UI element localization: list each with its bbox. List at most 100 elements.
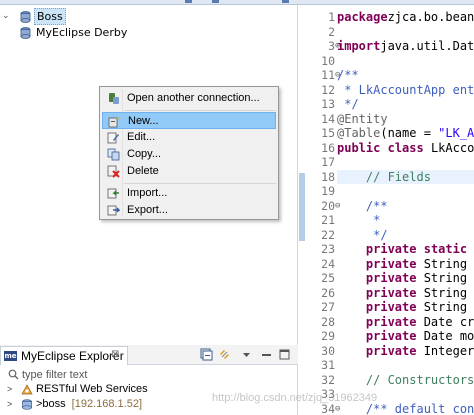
menu-item-copy[interactable]: Copy... [102, 146, 276, 163]
connection-name: >boss [36, 398, 66, 410]
code-line[interactable]: private String i [337, 257, 474, 272]
code-token: @Table [337, 126, 381, 140]
code-line[interactable]: @Table(name = "LK_AC [337, 126, 474, 141]
code-token: Date cre [423, 314, 474, 329]
line-number: 31 [321, 358, 335, 372]
menu-item-label: Open another connection... [127, 92, 260, 104]
line-number: 18 [321, 169, 335, 184]
database-icon [20, 27, 31, 39]
menu-item-label: Copy... [127, 148, 162, 160]
link-with-editor-icon[interactable] [218, 348, 231, 361]
menu-item-edit[interactable]: Edit... [102, 129, 276, 146]
code-line[interactable]: * [337, 213, 380, 228]
code-token: // Fields [365, 169, 431, 184]
code-line[interactable]: // Constructors [337, 373, 474, 388]
code-token: * [365, 213, 381, 227]
line-number: 24 [321, 256, 335, 271]
import-icon [107, 188, 119, 199]
code-line[interactable]: private static f [337, 242, 474, 257]
view-toolbar-icon[interactable] [282, 0, 289, 3]
maximize-icon[interactable] [278, 348, 291, 361]
code-token: * LkAccountApp enti [337, 82, 474, 97]
chevron-down-icon[interactable]: ⌄ [2, 8, 12, 25]
line-number: 17 [321, 155, 335, 169]
edit-icon [107, 132, 119, 144]
code-line[interactable]: private String r [337, 300, 474, 315]
line-number: 28 [321, 314, 335, 329]
code-token: private [365, 256, 417, 271]
code-line[interactable]: packagezjca.bo.beans [337, 10, 474, 25]
code-token: (name = [380, 126, 439, 140]
code-line[interactable]: @Entity [337, 112, 388, 127]
code-line[interactable]: /** [337, 199, 388, 214]
menu-item-open-another-connection[interactable]: Open another connection... [102, 90, 276, 107]
menu-item-delete[interactable]: Delete [102, 163, 276, 180]
line-number: 26 [321, 285, 335, 300]
web-services-icon [21, 384, 33, 395]
code-token: private [365, 300, 417, 314]
menu-item-new[interactable]: New... [102, 112, 276, 129]
code-line[interactable]: // Fields [337, 169, 474, 184]
filter-input[interactable] [22, 367, 222, 382]
line-number: 22 [321, 227, 335, 242]
menu-item-import[interactable]: Import... [102, 185, 276, 202]
code-line[interactable]: public class LkAccou [337, 141, 474, 156]
code-token: public [337, 140, 381, 155]
close-icon[interactable]: ⊠ [111, 349, 119, 360]
code-line[interactable]: private Date cre [337, 315, 474, 330]
code-line[interactable]: private Date mod [337, 329, 474, 344]
line-number-gutter: 1 2 3 ⊕ 10 11 ⊖ 12 13 14 15 16 17 18 19 20 ⊖ 21 22 23 24 25 26… [307, 5, 340, 415]
line-number: 30 [321, 343, 335, 358]
line-number: 3 [328, 39, 335, 53]
code-line[interactable]: * LkAccountApp enti [337, 83, 474, 98]
menu-item-export[interactable]: Export... [102, 202, 276, 219]
line-number: 29 [321, 329, 335, 343]
code-area[interactable]: packagezjca.bo.beans importjava.util.Dat /… [337, 5, 474, 415]
tree-item-label: Boss [34, 8, 66, 25]
collapse-all-icon[interactable] [200, 348, 213, 361]
view-toolbar-icon[interactable] [185, 0, 192, 3]
code-line[interactable]: importjava.util.Dat [337, 39, 474, 54]
filter-row [0, 367, 298, 382]
code-line[interactable]: /** [337, 68, 359, 83]
code-line[interactable]: private Integer [337, 344, 474, 359]
minimize-icon[interactable] [260, 348, 273, 361]
line-number: 19 [321, 184, 335, 198]
view-toolbar-icon[interactable] [212, 0, 219, 3]
code-token: import [337, 39, 381, 53]
code-line[interactable]: */ [337, 228, 387, 243]
code-token: private [365, 242, 417, 256]
view-menu-icon[interactable] [240, 348, 253, 361]
occurrence-marker [299, 173, 305, 241]
chevron-right-icon[interactable]: > [7, 382, 12, 397]
tab-myeclipse-explorer[interactable]: me MyEclipse Explorer ⊠ [0, 346, 128, 365]
tab-label: MyEclipse Explorer [21, 349, 124, 363]
code-token: private [365, 343, 417, 358]
chevron-right-icon[interactable]: > [7, 397, 12, 412]
explorer-item-label: >boss [192.168.1.52] [36, 397, 142, 412]
search-icon [8, 369, 19, 380]
line-number: 10 [321, 53, 335, 68]
code-token: /** default con [365, 401, 474, 415]
code-token: // Constructors [365, 372, 474, 387]
watermark-text: http://blog.csdn.net/zjq_31962349 [212, 392, 378, 404]
menu-item-label: Import... [127, 187, 168, 199]
connection-address: [192.168.1.52] [71, 398, 143, 410]
menu-item-label: Delete [127, 165, 159, 177]
myeclipse-logo-icon: me [4, 351, 17, 361]
export-icon [107, 205, 120, 216]
code-token: /** [337, 68, 359, 82]
code-token: /** [365, 198, 388, 213]
code-line[interactable]: private String a [337, 271, 474, 286]
java-code-editor[interactable]: 1 2 3 ⊕ 10 11 ⊖ 12 13 14 15 16 17 18 19 20 ⊖ 21 22 23 24 25 26… [298, 0, 474, 415]
code-token: zjca.bo.beans [387, 10, 474, 24]
code-token: String a [423, 271, 468, 285]
code-line[interactable]: private String a [337, 286, 474, 301]
code-line[interactable]: */ [337, 97, 358, 112]
